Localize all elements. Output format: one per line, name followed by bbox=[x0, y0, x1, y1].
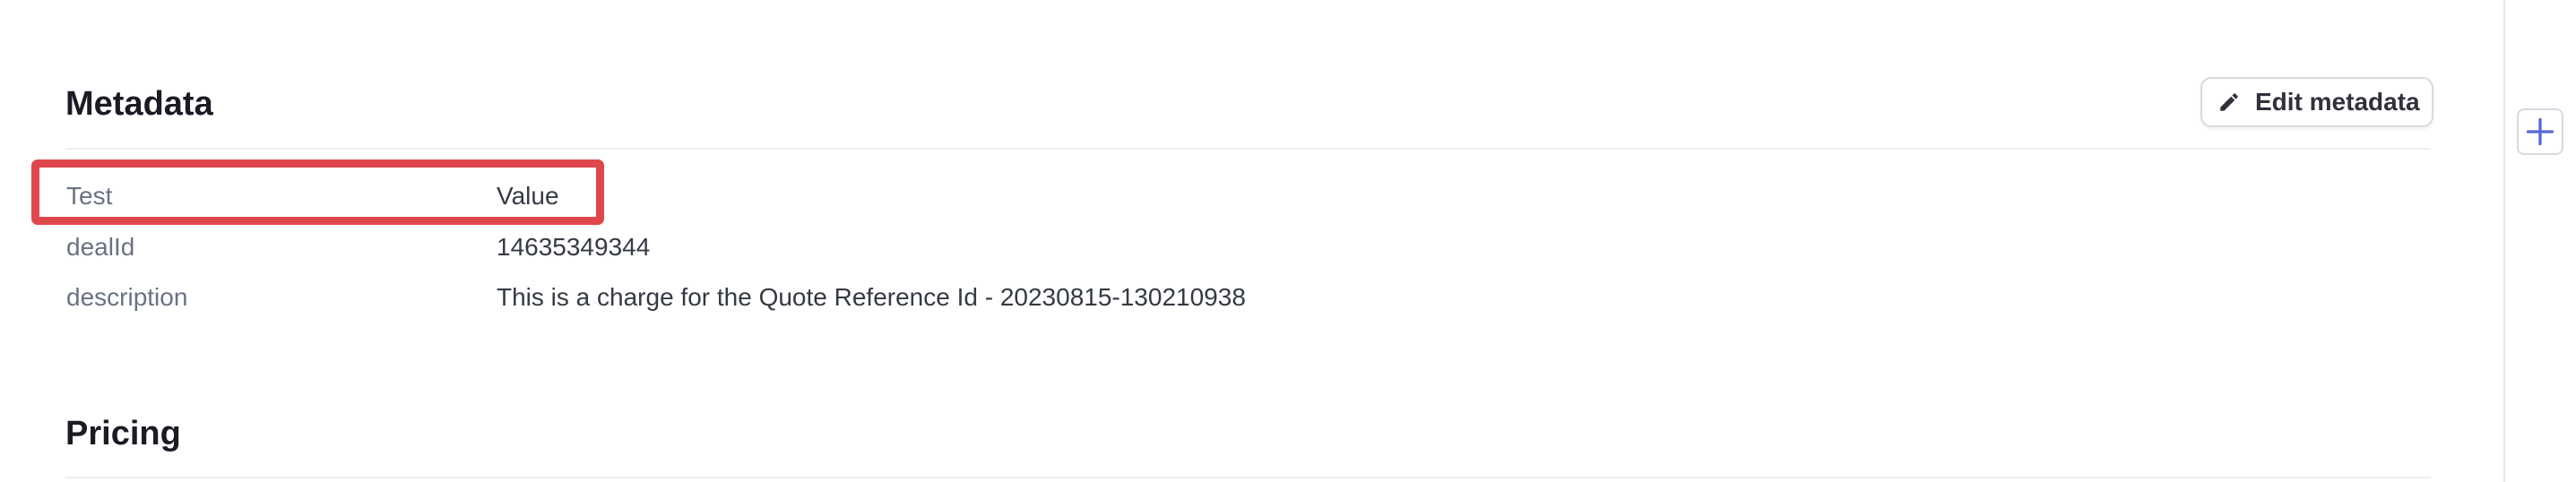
metadata-section-title: Metadata bbox=[65, 85, 213, 123]
plus-icon bbox=[2524, 116, 2556, 148]
metadata-key: dealId bbox=[66, 233, 135, 261]
metadata-row: dealId 14635349344 bbox=[0, 229, 2420, 265]
metadata-value: 14635349344 bbox=[497, 233, 651, 261]
metadata-row: description This is a charge for the Quo… bbox=[0, 280, 2420, 315]
highlight-annotation bbox=[31, 159, 604, 225]
edit-metadata-label: Edit metadata bbox=[2255, 88, 2420, 116]
side-rail-divider bbox=[2503, 0, 2505, 482]
metadata-key: description bbox=[66, 283, 188, 311]
edit-metadata-button[interactable]: Edit metadata bbox=[2200, 77, 2433, 127]
page: Metadata Edit metadata Test Value dealId… bbox=[0, 0, 2576, 482]
metadata-value: This is a charge for the Quote Reference… bbox=[497, 283, 1246, 311]
pricing-divider bbox=[65, 477, 2431, 478]
metadata-divider bbox=[65, 148, 2431, 150]
pencil-icon bbox=[2217, 90, 2241, 114]
add-button[interactable] bbox=[2517, 108, 2563, 155]
pricing-section-title: Pricing bbox=[65, 415, 181, 452]
